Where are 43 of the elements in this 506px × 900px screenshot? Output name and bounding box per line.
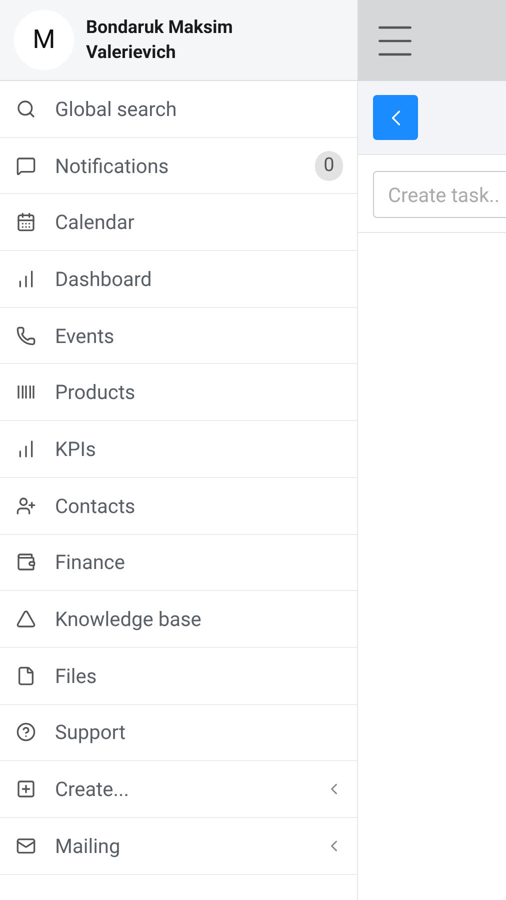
menu-label: Global search [55, 96, 178, 123]
menu-item[interactable]: Products [0, 364, 357, 422]
menu-label: Dashboard [55, 266, 153, 293]
menu-label: Calendar [55, 209, 136, 236]
user-plus-icon [16, 496, 36, 516]
menu-label: Events [55, 322, 116, 350]
menu-item[interactable]: Finance [0, 534, 357, 592]
menu-label: Contacts [55, 492, 136, 520]
menu-item[interactable]: Notifications 0 [0, 138, 357, 194]
mail-icon [16, 836, 36, 856]
speech-bubble-icon [16, 156, 36, 176]
menu-item[interactable]: Support [0, 704, 357, 762]
help-icon [16, 722, 36, 742]
menu-item[interactable]: Files [0, 648, 357, 705]
menu-item[interactable]: Mailing [0, 818, 357, 875]
avatar: M [14, 10, 74, 70]
menu-label: Finance [55, 549, 126, 576]
menu-item[interactable]: Create... [0, 761, 357, 818]
menu-item[interactable]: Knowledge base [0, 591, 357, 648]
menu-label: Mailing [55, 832, 122, 860]
phone-icon [16, 326, 36, 346]
menu-item[interactable]: Events [0, 308, 357, 364]
user-name: Bondaruk Maksim Valerievich [86, 16, 234, 65]
plus-square-icon [16, 779, 36, 800]
menu-item[interactable]: Calendar [0, 194, 357, 252]
menu-item[interactable]: Global search [0, 81, 357, 138]
menu-label: Create... [55, 776, 130, 804]
calendar-icon [16, 212, 36, 232]
file-icon [16, 666, 36, 686]
menu-item[interactable]: Contacts [0, 478, 357, 534]
menu-label: Knowledge base [55, 606, 202, 634]
menu-label: Products [55, 379, 136, 406]
menu-label: KPIs [55, 436, 97, 463]
search-icon [16, 98, 36, 119]
wallet-icon [16, 552, 36, 572]
menu-label: Files [55, 662, 98, 690]
menu-item[interactable]: Dashboard [0, 251, 357, 308]
menu-label: Support [55, 719, 127, 746]
task-input[interactable]: Create task.. [373, 171, 506, 218]
menu-label: Notifications [55, 152, 170, 180]
menu-item[interactable]: KPIs [0, 421, 357, 478]
count-badge: 0 [315, 150, 343, 181]
triangle-icon [16, 609, 36, 630]
